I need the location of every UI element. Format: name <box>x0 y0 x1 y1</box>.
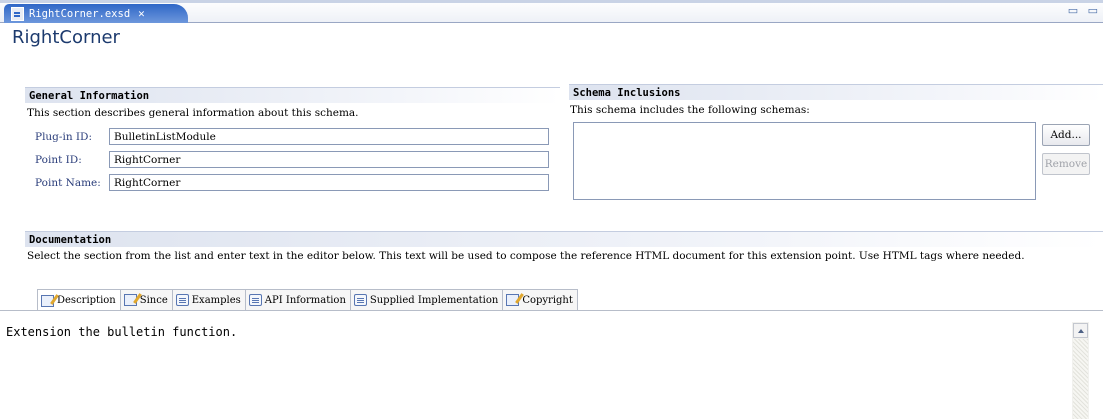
general-information-header[interactable]: General Information <box>25 87 560 103</box>
schema-inclusions-description: This schema includes the following schem… <box>570 104 810 116</box>
schema-file-icon <box>11 6 24 21</box>
documentation-header[interactable]: Documentation <box>25 231 1103 247</box>
edit-icon <box>41 294 54 307</box>
tab-api-information[interactable]: API Information <box>244 289 351 310</box>
point-id-field[interactable] <box>109 151 549 168</box>
page-icon <box>175 294 189 306</box>
documentation-description: Select the section from the list and ent… <box>27 250 1025 262</box>
close-icon[interactable]: ✕ <box>138 7 145 20</box>
minimize-maximize-icon[interactable]: ▭ ▭ <box>1068 4 1101 17</box>
tab-divider <box>0 310 1103 311</box>
documentation-tabs: Description Since Examples API Informati… <box>37 289 578 311</box>
page-icon <box>248 294 262 306</box>
documentation-editor[interactable]: Extension the bulletin function. <box>0 317 1080 419</box>
edit-icon <box>506 294 520 306</box>
editor-tab[interactable]: RightCorner.exsd ✕ <box>4 4 188 23</box>
tab-supplied-implementation[interactable]: Supplied Implementation <box>349 289 504 310</box>
editor-tab-bar: RightCorner.exsd ✕ ▭ ▭ <box>0 0 1103 23</box>
edit-icon <box>123 294 137 306</box>
tab-description[interactable]: Description <box>37 289 121 311</box>
plugin-id-field[interactable] <box>109 128 549 145</box>
plugin-id-label: Plug-in ID: <box>35 131 93 143</box>
general-information-description: This section describes general informati… <box>27 107 359 119</box>
tab-copyright[interactable]: Copyright <box>502 289 578 310</box>
point-name-label: Point Name: <box>35 177 101 189</box>
schema-inclusions-header[interactable]: Schema Inclusions <box>569 84 1103 100</box>
schema-inclusions-list[interactable] <box>573 122 1036 200</box>
remove-button[interactable]: Remove <box>1042 153 1090 175</box>
page-icon <box>353 294 367 306</box>
editor-tab-title: RightCorner.exsd <box>29 7 131 20</box>
page-title: RightCorner <box>12 27 120 48</box>
tab-examples[interactable]: Examples <box>171 289 246 310</box>
point-id-label: Point ID: <box>35 154 82 166</box>
point-name-field[interactable] <box>109 174 549 191</box>
editor-scrollbar[interactable] <box>1072 322 1089 419</box>
add-button[interactable]: Add... <box>1042 124 1090 146</box>
tab-since[interactable]: Since <box>119 289 173 310</box>
scroll-up-icon[interactable] <box>1073 323 1088 338</box>
